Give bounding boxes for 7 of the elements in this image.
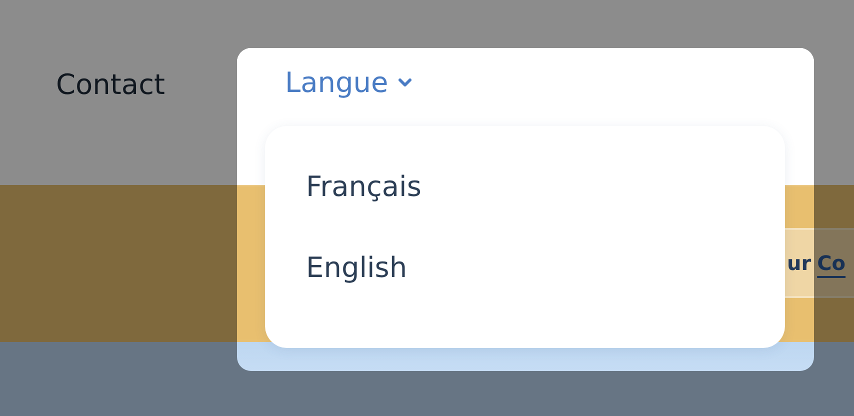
language-option[interactable]: Français xyxy=(306,170,422,203)
banner-link[interactable]: Co xyxy=(817,251,846,275)
banner-text: ur xyxy=(787,251,812,275)
nav-link[interactable]: Contact xyxy=(56,68,165,101)
language-button[interactable]: Langue xyxy=(285,66,412,99)
language-option[interactable]: English xyxy=(306,251,408,284)
caret-icon xyxy=(398,78,412,88)
